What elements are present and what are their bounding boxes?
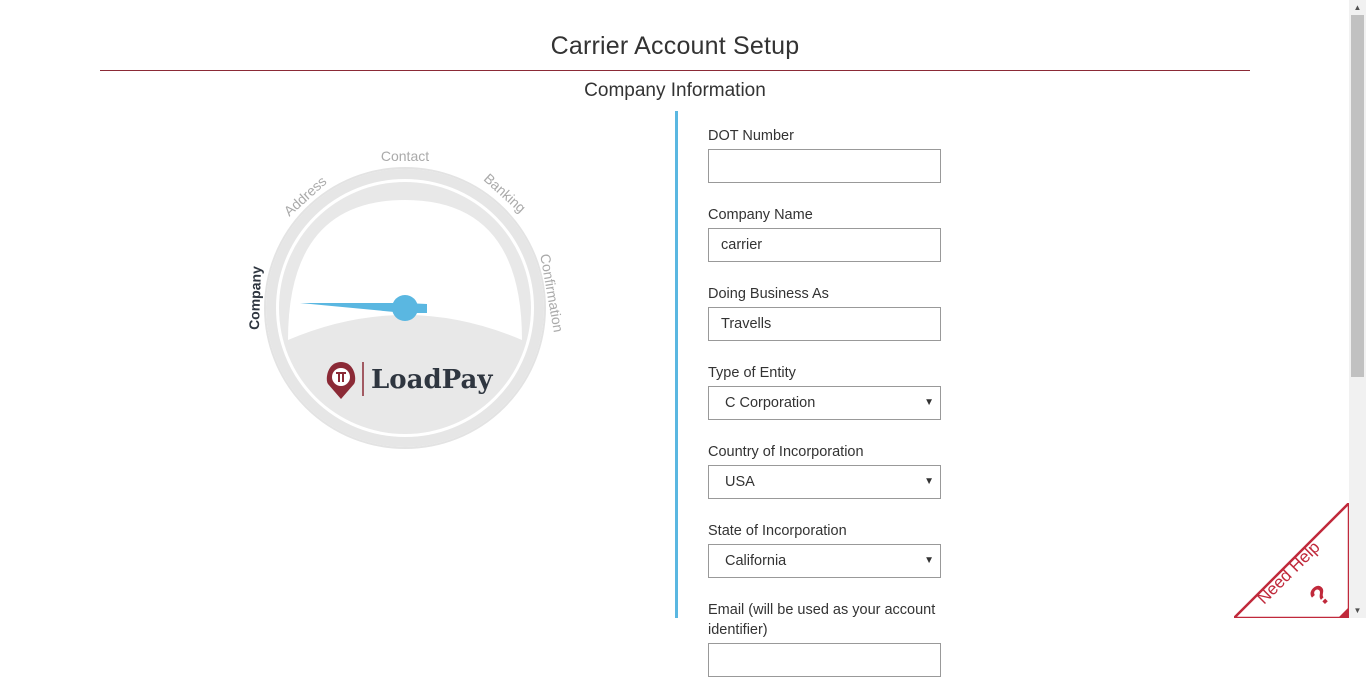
- scroll-up-icon[interactable]: ▲: [1349, 0, 1366, 15]
- chevron-down-icon: ▼: [924, 476, 934, 487]
- dba-label: Doing Business As: [708, 286, 829, 302]
- scroll-down-icon[interactable]: ▼: [1349, 603, 1366, 618]
- company-name-label: Company Name: [708, 207, 813, 223]
- email-field: Email (will be used as your account iden…: [708, 600, 968, 677]
- dba-input[interactable]: Travells: [708, 307, 941, 341]
- state-label: State of Incorporation: [708, 523, 847, 539]
- company-info-form: DOT Number Company Name carrier Doing Bu…: [708, 126, 968, 699]
- section-title: Company Information: [584, 80, 766, 101]
- entity-type-value: C Corporation: [725, 395, 816, 411]
- page-title: Carrier Account Setup: [550, 32, 800, 60]
- country-label: Country of Incorporation: [708, 444, 864, 460]
- dot-number-label: DOT Number: [708, 128, 794, 144]
- country-select[interactable]: USA ▼: [708, 465, 941, 499]
- form-divider: [675, 111, 678, 618]
- dot-number-input[interactable]: [708, 149, 941, 183]
- scrollbar-thumb[interactable]: [1351, 15, 1364, 377]
- chevron-down-icon: ▼: [924, 397, 934, 408]
- dot-number-field: DOT Number: [708, 126, 968, 183]
- title-divider: [100, 70, 1250, 71]
- gauge-step-company: Company: [245, 265, 265, 331]
- country-value: USA: [725, 474, 755, 490]
- email-input[interactable]: [708, 643, 941, 677]
- email-label: Email (will be used as your account iden…: [708, 602, 936, 638]
- page-scrollbar[interactable]: ▲ ▼: [1349, 0, 1366, 618]
- entity-type-label: Type of Entity: [708, 365, 796, 381]
- logo-text: LoadPay: [371, 365, 493, 395]
- state-select[interactable]: California ▼: [708, 544, 941, 578]
- company-name-field: Company Name carrier: [708, 205, 968, 262]
- need-help-button[interactable]: Need Help ?: [1230, 499, 1351, 620]
- state-value: California: [725, 553, 787, 569]
- entity-type-field: Type of Entity C Corporation ▼: [708, 363, 968, 420]
- chevron-down-icon: ▼: [924, 555, 934, 566]
- progress-gauge: LoadPay Company Address Contact Banking …: [230, 140, 580, 460]
- country-field: Country of Incorporation USA ▼: [708, 442, 968, 499]
- dba-field: Doing Business As Travells: [708, 284, 968, 341]
- entity-type-select[interactable]: C Corporation ▼: [708, 386, 941, 420]
- state-field: State of Incorporation California ▼: [708, 521, 968, 578]
- gauge-step-contact: Contact: [380, 148, 430, 164]
- company-name-input[interactable]: carrier: [708, 228, 941, 262]
